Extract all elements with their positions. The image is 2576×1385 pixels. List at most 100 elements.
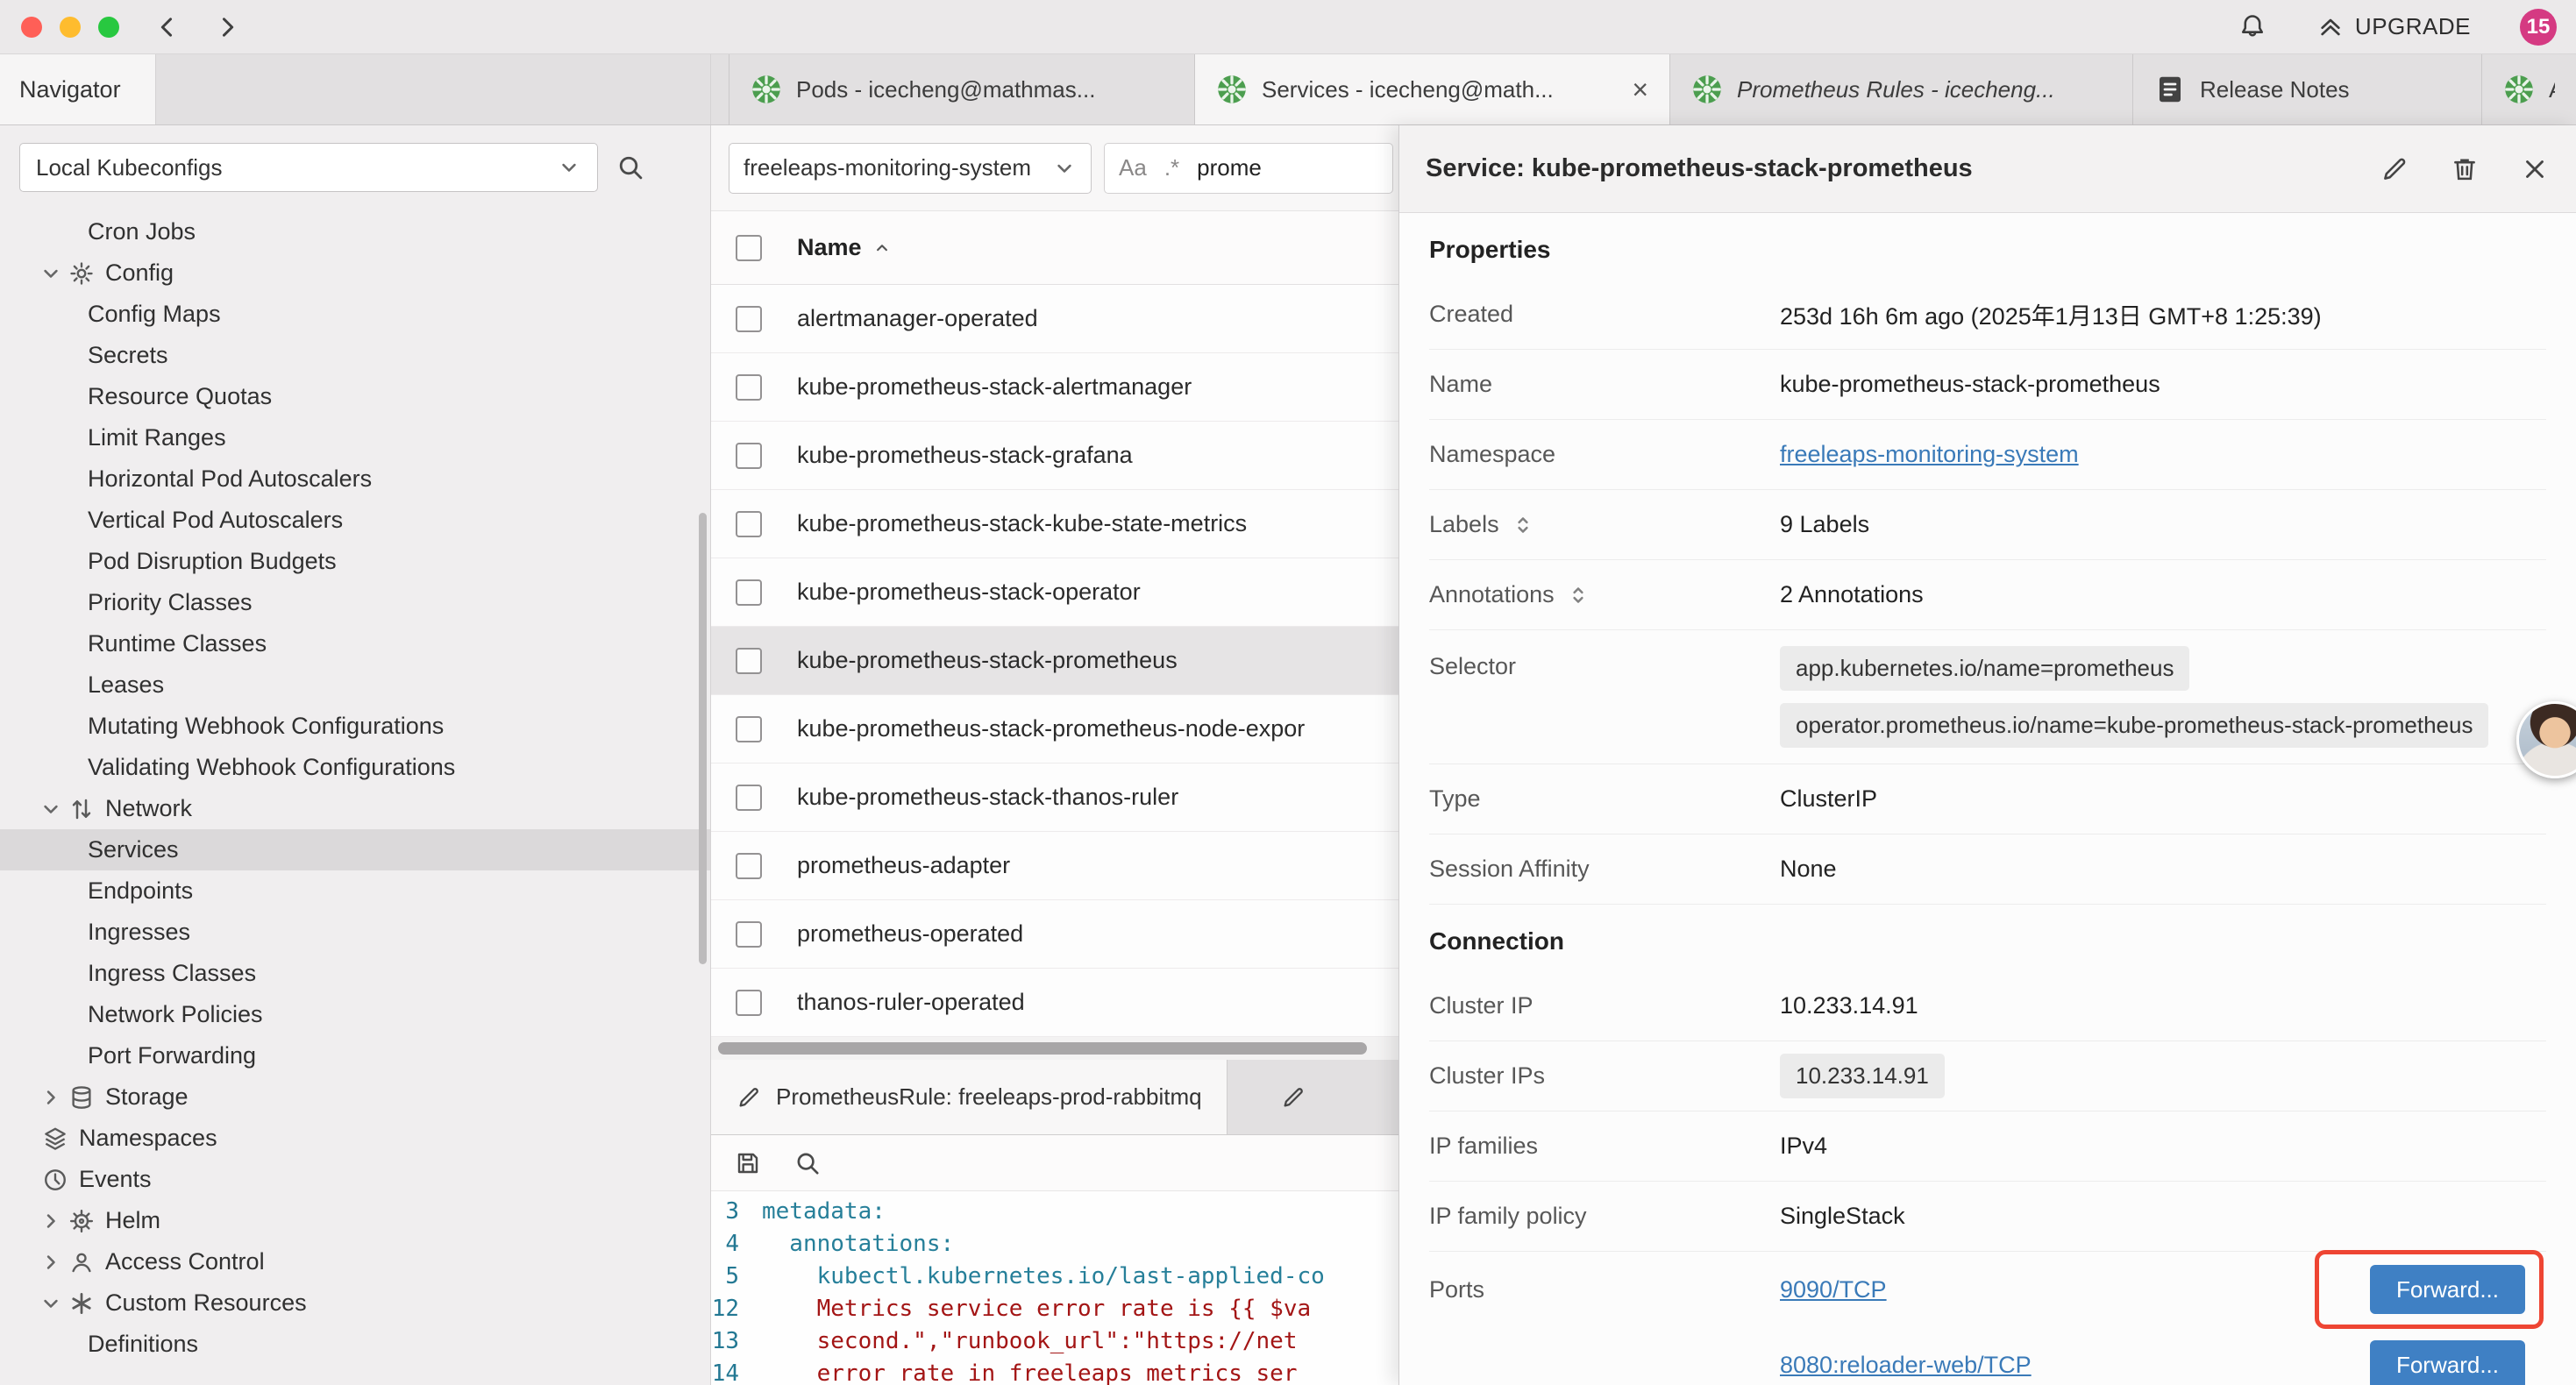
detail-value: SingleStack: [1780, 1203, 1905, 1230]
events-icon: [42, 1167, 68, 1193]
row-checkbox[interactable]: [736, 306, 762, 332]
sidebar-item-network-policies[interactable]: Network Policies: [0, 994, 710, 1035]
sidebar-item-limit-ranges[interactable]: Limit Ranges: [0, 417, 710, 458]
row-checkbox[interactable]: [736, 785, 762, 811]
save-icon[interactable]: [734, 1149, 762, 1177]
tab-label: Argo Se: [2549, 76, 2555, 103]
row-name: kube-prometheus-stack-prometheus-node-ex…: [797, 715, 1305, 742]
detail-link[interactable]: freeleaps-monitoring-system: [1780, 441, 2079, 468]
sidebar-item-secrets[interactable]: Secrets: [0, 335, 710, 376]
editor-tab[interactable]: PrometheusRule: freeleaps-prod-rabbitmq: [711, 1060, 1228, 1134]
close-window-button[interactable]: [21, 17, 42, 38]
tab-close-icon[interactable]: ×: [1623, 75, 1648, 103]
sidebar-item-resource-quotas[interactable]: Resource Quotas: [0, 376, 710, 417]
sidebar-item-mutating-webhook-configurations[interactable]: Mutating Webhook Configurations: [0, 706, 710, 747]
sidebar-item-access-control[interactable]: Access Control: [0, 1241, 710, 1282]
delete-icon[interactable]: [2450, 154, 2480, 184]
sidebar-item-cron-jobs[interactable]: Cron Jobs: [0, 211, 710, 252]
table-search-input[interactable]: Aa .* prome: [1104, 143, 1393, 194]
match-case-toggle[interactable]: Aa: [1119, 154, 1147, 181]
forward-button[interactable]: [212, 12, 242, 42]
forward-button[interactable]: Forward...: [2370, 1265, 2525, 1314]
row-checkbox[interactable]: [736, 990, 762, 1016]
minimize-window-button[interactable]: [60, 17, 81, 38]
kubeconfig-selector[interactable]: Local Kubeconfigs: [19, 143, 598, 192]
chevron-right-icon[interactable]: [39, 1209, 63, 1233]
sidebar-item-leases[interactable]: Leases: [0, 664, 710, 706]
tab-prometheus-rules-icecheng[interactable]: Prometheus Rules - icecheng...: [1670, 54, 2133, 124]
expander-icon[interactable]: [1565, 582, 1591, 608]
port-link[interactable]: 9090/TCP: [1780, 1276, 1887, 1303]
back-button[interactable]: [153, 12, 182, 42]
tab-pods-icecheng-mathmas[interactable]: Pods - icecheng@mathmas...: [729, 54, 1195, 124]
row-checkbox[interactable]: [736, 648, 762, 674]
sidebar-item-config-maps[interactable]: Config Maps: [0, 294, 710, 335]
sidebar-item-services[interactable]: Services: [0, 829, 710, 870]
detail-value: ClusterIP: [1780, 785, 1877, 813]
tab-release-notes[interactable]: Release Notes: [2133, 54, 2482, 124]
sidebar-item-storage[interactable]: Storage: [0, 1076, 710, 1118]
sidebar-item-label: Helm: [105, 1207, 160, 1234]
notifications-bell-icon[interactable]: [2238, 12, 2267, 42]
tab-services-icecheng-math[interactable]: Services - icecheng@math...×: [1195, 54, 1670, 124]
horizontal-scrollbar-thumb[interactable]: [718, 1042, 1367, 1055]
sidebar-item-validating-webhook-configurations[interactable]: Validating Webhook Configurations: [0, 747, 710, 788]
row-checkbox[interactable]: [736, 853, 762, 879]
chevron-down-icon[interactable]: [39, 797, 63, 821]
row-checkbox[interactable]: [736, 579, 762, 606]
sidebar-item-priority-classes[interactable]: Priority Classes: [0, 582, 710, 623]
sidebar-item-ingress-classes[interactable]: Ingress Classes: [0, 953, 710, 994]
detail-label: IP families: [1429, 1133, 1538, 1160]
sidebar-scrollbar[interactable]: [699, 513, 707, 964]
sidebar-item-label: Services: [88, 836, 179, 863]
sidebar-item-endpoints[interactable]: Endpoints: [0, 870, 710, 912]
name-column-header[interactable]: Name: [797, 234, 893, 261]
chevron-right-icon[interactable]: [39, 1250, 63, 1275]
row-checkbox[interactable]: [736, 716, 762, 742]
zoom-window-button[interactable]: [98, 17, 119, 38]
forward-button[interactable]: Forward...: [2370, 1340, 2525, 1385]
notification-count-badge[interactable]: 15: [2520, 9, 2557, 46]
sidebar-item-port-forwarding[interactable]: Port Forwarding: [0, 1035, 710, 1076]
tab-argo-se[interactable]: Argo Se: [2482, 54, 2576, 124]
port-link[interactable]: 8080:reloader-web/TCP: [1780, 1352, 2032, 1379]
sidebar-search-icon[interactable]: [616, 153, 645, 182]
detail-row-cluster-ip: Cluster IP10.233.14.91: [1429, 971, 2546, 1041]
sidebar-item-network[interactable]: Network: [0, 788, 710, 829]
sidebar-item-horizontal-pod-autoscalers[interactable]: Horizontal Pod Autoscalers: [0, 458, 710, 500]
drawer-actions: [2380, 154, 2550, 184]
namespace-selector[interactable]: freeleaps-monitoring-system: [729, 143, 1092, 194]
back-arrow-icon: [153, 12, 182, 42]
chevron-down-icon[interactable]: [39, 261, 63, 286]
sidebar-item-vertical-pod-autoscalers[interactable]: Vertical Pod Autoscalers: [0, 500, 710, 541]
row-checkbox[interactable]: [736, 511, 762, 537]
sidebar-item-label: Validating Webhook Configurations: [88, 754, 455, 781]
chevron-down-icon[interactable]: [39, 1291, 63, 1316]
edit-icon[interactable]: [2380, 154, 2409, 184]
sidebar-item-label: Ingress Classes: [88, 960, 256, 987]
regex-toggle[interactable]: .*: [1164, 154, 1179, 181]
sidebar-item-helm[interactable]: Helm: [0, 1200, 710, 1241]
sidebar-item-ingresses[interactable]: Ingresses: [0, 912, 710, 953]
sidebar-item-definitions[interactable]: Definitions: [0, 1324, 710, 1365]
line-text: metadata:: [762, 1198, 886, 1225]
row-checkbox[interactable]: [736, 374, 762, 401]
sidebar-item-custom-resources[interactable]: Custom Resources: [0, 1282, 710, 1324]
sidebar-item-namespaces[interactable]: Namespaces: [0, 1118, 710, 1159]
chevron-right-icon[interactable]: [39, 1085, 63, 1110]
sidebar-item-runtime-classes[interactable]: Runtime Classes: [0, 623, 710, 664]
sidebar-item-label: Cron Jobs: [88, 218, 196, 245]
row-checkbox[interactable]: [736, 443, 762, 469]
expander-icon[interactable]: [1510, 512, 1536, 538]
detail-label: Namespace: [1429, 441, 1555, 468]
sidebar-item-config[interactable]: Config: [0, 252, 710, 294]
row-checkbox[interactable]: [736, 921, 762, 948]
select-all-checkbox[interactable]: [736, 235, 762, 261]
tab-navigator[interactable]: Navigator: [0, 54, 156, 124]
sidebar-item-pod-disruption-budgets[interactable]: Pod Disruption Budgets: [0, 541, 710, 582]
line-number: 3: [711, 1198, 762, 1225]
close-icon[interactable]: [2520, 154, 2550, 184]
sidebar-item-events[interactable]: Events: [0, 1159, 710, 1200]
editor-search-icon[interactable]: [793, 1149, 822, 1177]
upgrade-button[interactable]: UPGRADE: [2316, 13, 2471, 41]
